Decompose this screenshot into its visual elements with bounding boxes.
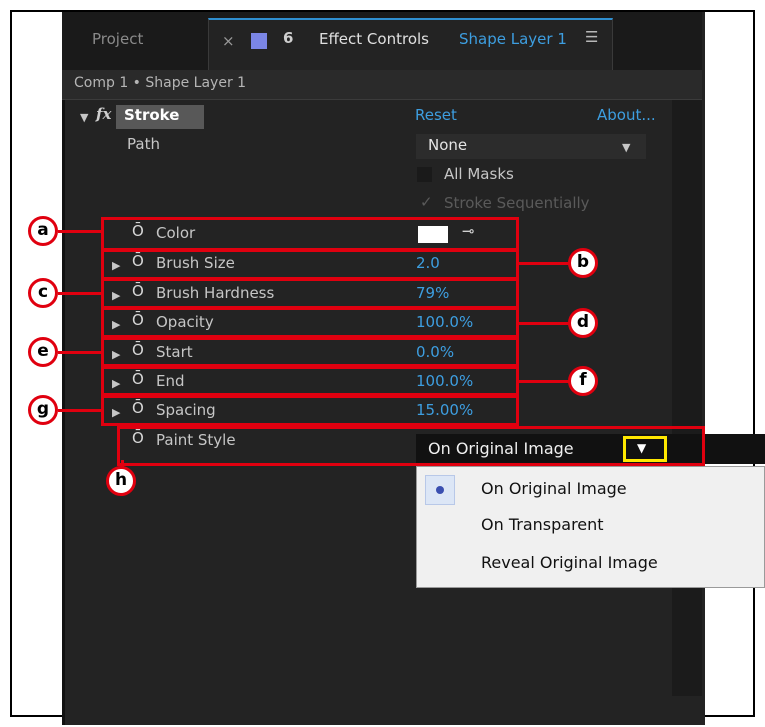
breadcrumb-text: Comp 1 • Shape Layer 1	[74, 75, 247, 91]
tab-layer-name: Shape Layer 1	[459, 30, 567, 48]
callout-line-a	[58, 230, 102, 233]
path-row: Path None ▼	[62, 132, 672, 161]
callout-line-c	[58, 292, 102, 295]
callout-box-b	[101, 249, 519, 280]
menu-item-reveal-original-image[interactable]: Reveal Original Image	[481, 553, 658, 572]
layer-color-swatch	[251, 33, 267, 49]
lock-icon[interactable]: 6	[283, 29, 293, 47]
checkmark-icon[interactable]: ✓	[420, 193, 433, 211]
vertical-scrollbar[interactable]	[672, 100, 702, 696]
callout-line-f	[518, 380, 570, 383]
callout-box-g	[101, 395, 519, 426]
paint-style-menu: On Original Image On Transparent Reveal …	[416, 466, 765, 588]
callout-box-a	[101, 217, 519, 251]
all-masks-label: All Masks	[444, 165, 514, 183]
callout-badge-a: a	[28, 216, 58, 246]
callout-badge-d: d	[568, 308, 598, 338]
stroke-sequentially-label: Stroke Sequentially	[444, 194, 590, 212]
callout-badge-b: b	[568, 248, 598, 278]
path-dropdown-arrow-icon[interactable]: ▼	[622, 141, 630, 154]
menu-item-on-transparent[interactable]: On Transparent	[481, 515, 604, 534]
stroke-sequentially-row: ✓ Stroke Sequentially	[62, 191, 672, 220]
close-tab-icon[interactable]: ×	[222, 32, 235, 50]
path-value: None	[428, 136, 468, 154]
collapse-triangle-icon[interactable]: ▼	[80, 111, 88, 124]
effect-header-row: ▼ fx Stroke Reset About...	[62, 103, 672, 132]
callout-line-e	[58, 351, 102, 354]
callout-box-h	[117, 426, 705, 466]
tab-title: Effect Controls	[319, 30, 429, 48]
menu-item-on-original-image[interactable]: On Original Image	[481, 479, 627, 498]
all-masks-checkbox[interactable]	[417, 167, 432, 182]
about-link[interactable]: About...	[597, 106, 656, 124]
fx-icon[interactable]: fx	[96, 105, 111, 123]
reset-link[interactable]: Reset	[415, 106, 457, 124]
callout-box-f	[101, 366, 519, 396]
callout-badge-f: f	[568, 366, 598, 396]
callout-box-c	[101, 278, 519, 309]
callout-badge-c: c	[28, 278, 58, 308]
callout-box-d	[101, 307, 519, 338]
callout-badge-g: g	[28, 395, 58, 425]
callout-badge-h: h	[106, 466, 136, 496]
radio-dot-icon	[436, 486, 444, 494]
callout-line-g	[58, 409, 102, 412]
panel-menu-icon[interactable]: ☰	[585, 28, 598, 46]
effect-name: Stroke	[124, 106, 180, 124]
callout-box-e	[101, 337, 519, 367]
callout-line-d	[518, 322, 570, 325]
all-masks-row: All Masks	[62, 162, 672, 191]
breadcrumb: Comp 1 • Shape Layer 1	[62, 70, 702, 100]
callout-badge-e: e	[28, 337, 58, 367]
path-label: Path	[127, 135, 160, 153]
callout-line-b	[518, 262, 570, 265]
tab-project[interactable]: Project	[92, 30, 143, 48]
